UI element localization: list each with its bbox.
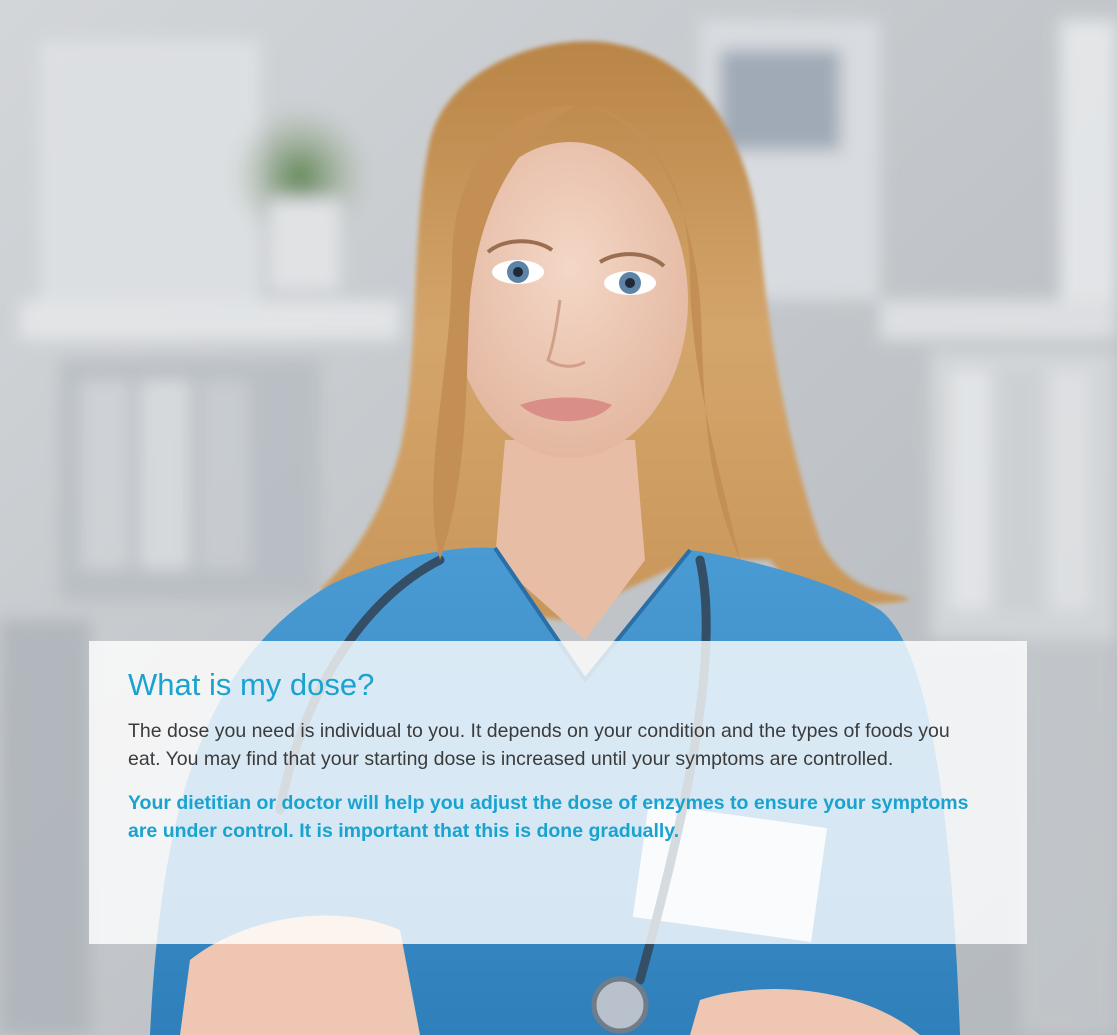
- card-title: What is my dose?: [128, 667, 375, 702]
- card-body-text: The dose you need is individual to you. …: [128, 720, 950, 770]
- card-highlight-text: Your dietitian or doctor will help you a…: [128, 792, 969, 842]
- dose-info-card: What is my dose? The dose you need is in…: [89, 641, 1027, 944]
